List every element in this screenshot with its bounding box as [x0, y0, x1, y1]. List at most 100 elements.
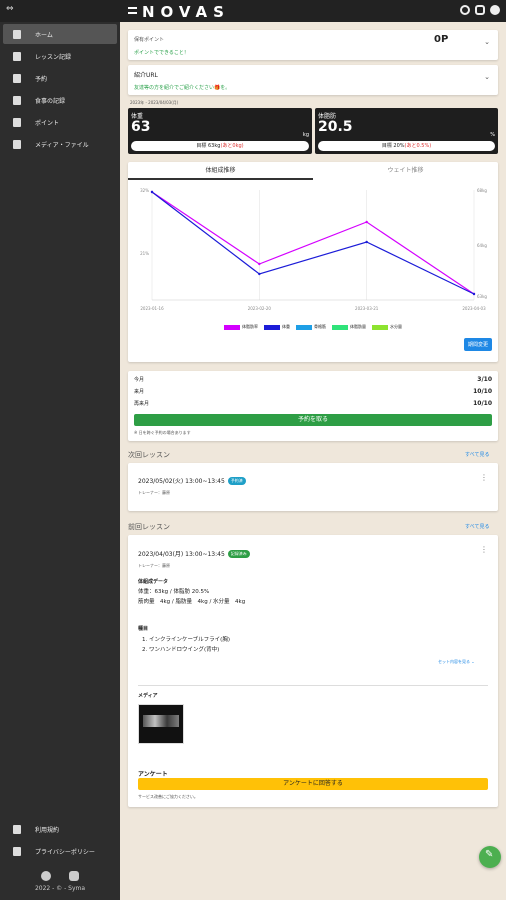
legend-item[interactable]: 体重: [264, 324, 290, 330]
record-date: 2023年 - 2023/04/03(月): [130, 100, 179, 105]
legend-label: 骨格筋: [314, 324, 326, 329]
legend-swatch: [264, 324, 280, 330]
status-badge: 記録済み: [227, 550, 250, 558]
referral-note: 友達等の方を紹介でご紹介ください🎁を。: [134, 85, 231, 91]
social-links: [0, 863, 120, 885]
lesson-date-text: 2023/05/02(火) 13:00~13:45: [138, 478, 225, 485]
prev-lesson-see-all-link[interactable]: すべて見る: [465, 523, 489, 530]
sidebar-item-privacy[interactable]: プライバシーポリシー: [3, 841, 117, 861]
points-value: 0P: [434, 34, 449, 45]
data-point: [150, 190, 154, 194]
referral-card[interactable]: 紹介URL 友達等の方を紹介でご紹介ください🎁を。 ⌄: [128, 65, 498, 95]
usage-row-label: 来月: [134, 389, 145, 395]
y-tick-label: 68kg: [477, 188, 487, 193]
legend-label: 水分量: [390, 324, 402, 329]
status-badge: 予約済: [227, 477, 246, 485]
show-sets-link[interactable]: セット内容を見る ⌄: [438, 659, 475, 665]
sidebar-item-reservation[interactable]: 予約: [3, 68, 117, 88]
period-change-button[interactable]: 期間変更: [463, 338, 492, 351]
goal-remaining: (あと0.5%): [404, 143, 432, 149]
goal-pill: 目標 20%(あと0.5%): [318, 141, 495, 151]
sidebar-footer: 利用規約 プライバシーポリシー 2022 - © - Syma: [0, 819, 120, 900]
usage-row: 再来月 10/10: [134, 400, 492, 407]
y-tick-label: 64kg: [477, 243, 487, 248]
stat-unit: kg: [302, 132, 309, 138]
sidebar-item-home[interactable]: ホーム: [3, 24, 117, 44]
data-point: [365, 220, 368, 224]
chevron-down-icon[interactable]: ⌄: [484, 38, 490, 46]
dumbbell-icon: [13, 51, 21, 61]
body-fat-stat: 体脂肪 20.5 % 目標 20%(あと0.5%): [315, 108, 498, 154]
goal-remaining: (あと0kg): [220, 143, 244, 149]
survey-answer-button[interactable]: アンケートに回答する: [138, 778, 488, 790]
sidebar-item-meals[interactable]: 食事の記録: [3, 90, 117, 110]
tab-weight[interactable]: ウェイト推移: [313, 162, 498, 180]
next-lesson-card[interactable]: 2023/05/02(火) 13:00~13:45 予約済 トレーナー：藤原 ⋮: [128, 463, 498, 511]
lesson-date-text: 2023/04/03(月) 13:00~13:45: [138, 551, 225, 558]
data-point: [258, 272, 261, 276]
legend-item[interactable]: 体脂肪量: [332, 324, 366, 330]
chart-card: 体組成推移 ウェイト推移 2023-01-16 2023-02-20 2023-03…: [128, 162, 498, 362]
y-tick-label: 32%: [140, 188, 149, 193]
media-thumbnail[interactable]: [138, 704, 184, 744]
sidebar-item-label: ポイント: [35, 119, 60, 127]
file-icon: [13, 139, 21, 149]
usage-row: 今月 3/10: [134, 376, 492, 383]
legend-item[interactable]: 水分量: [372, 324, 402, 330]
chevron-down-icon[interactable]: ⌄: [484, 73, 490, 81]
reserve-button[interactable]: 予約を取る: [134, 414, 492, 426]
menu-toggle-icon[interactable]: ⇔: [6, 4, 14, 14]
body-data-line: 体重：63kg / 体脂肪 20.5%: [138, 589, 210, 595]
prev-lesson-card: 2023/04/03(月) 13:00~13:45 記録済み トレーナー：藤原 ⋮…: [128, 535, 498, 807]
series-line: [151, 191, 475, 295]
legend-swatch: [224, 324, 240, 330]
x-tick-label: 2023-01-16: [140, 306, 164, 311]
y-tick-label: 21%: [140, 251, 149, 256]
usage-card: 今月 3/10 来月 10/10 再来月 10/10 予約を取る ※ 日を跨ぐ予約の場…: [128, 371, 498, 441]
copyright: 2022 - © - Syma: [34, 885, 86, 892]
legend-item[interactable]: 骨格筋: [296, 324, 326, 330]
calendar-icon: [13, 73, 21, 83]
document-icon: [13, 824, 21, 834]
refresh-icon[interactable]: [460, 5, 470, 15]
legend-item[interactable]: 体脂肪率: [224, 324, 258, 330]
sidebar-item-terms[interactable]: 利用規約: [3, 819, 117, 839]
chart-legend: 体脂肪率 体重 骨格筋 体脂肪量 水分量: [128, 324, 498, 330]
usage-row-value: 10/10: [473, 400, 492, 407]
more-options-icon[interactable]: ⋮: [480, 473, 488, 482]
y-tick-label: 63kg: [477, 294, 487, 299]
sidebar-item-lessons[interactable]: レッスン記録: [3, 46, 117, 66]
globe-icon[interactable]: [41, 871, 51, 881]
divider: [138, 685, 488, 686]
usage-row-value: 10/10: [473, 388, 492, 395]
usage-row-value: 3/10: [477, 376, 492, 383]
next-lesson-title: 次回レッスン: [128, 451, 170, 459]
x-tick-label: 2023-03-21: [355, 306, 379, 311]
app-logo: NOVAS: [142, 3, 230, 21]
legend-label: 体脂肪率: [242, 324, 258, 329]
hamburger-icon[interactable]: [128, 7, 137, 14]
instagram-icon[interactable]: [69, 871, 79, 881]
goal-text: 目標 63kg: [196, 143, 221, 149]
next-lesson-see-all-link[interactable]: すべて見る: [465, 451, 489, 458]
sidebar-item-label: プライバシーポリシー: [35, 848, 95, 856]
edit-fab-button[interactable]: [479, 846, 501, 868]
more-options-icon[interactable]: ⋮: [480, 545, 488, 554]
sidebar-item-media[interactable]: メディア・ファイル: [3, 134, 117, 154]
legend-swatch: [332, 324, 348, 330]
bell-icon[interactable]: [475, 5, 485, 15]
media-title: メディア: [138, 693, 158, 699]
legend-swatch: [372, 324, 388, 330]
referral-label: 紹介URL: [134, 72, 158, 79]
goal-pill: 目標 63kg(あと0kg): [131, 141, 309, 151]
sidebar-item-points[interactable]: ポイント: [3, 112, 117, 132]
legend-label: 体重: [282, 324, 290, 329]
account-icon[interactable]: [490, 5, 500, 15]
menu-item: 1. インクラインケーブルフライ(胸): [142, 637, 230, 643]
points-card[interactable]: 保有ポイント 0P ポイントでできること！ ⌄: [128, 30, 498, 60]
tab-body-composition[interactable]: 体組成推移: [128, 162, 313, 180]
points-label: 保有ポイント: [134, 37, 165, 43]
sidebar-item-label: 予約: [35, 75, 48, 83]
sidebar: ホーム レッスン記録 予約 食事の記録 ポイント メディア・ファイル 利用規約 …: [0, 22, 120, 900]
header-actions: [460, 5, 500, 15]
